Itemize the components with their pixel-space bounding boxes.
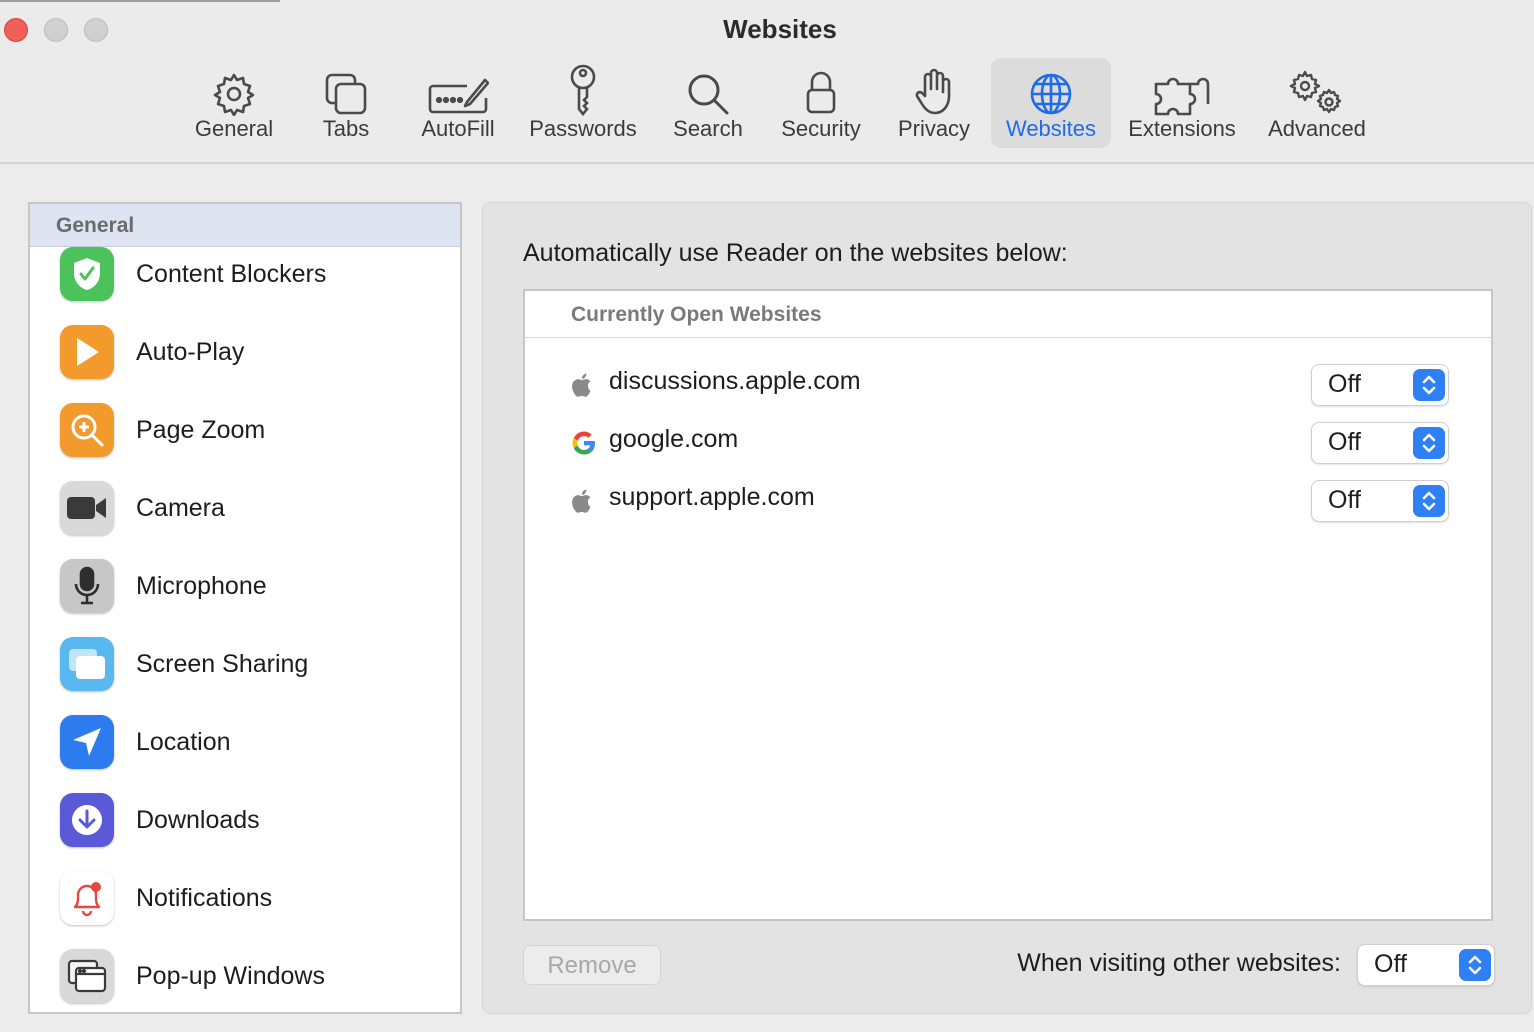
toolbar: Websites General Tabs AutoFill Passwords… (0, 0, 1534, 164)
play-icon (60, 325, 114, 379)
magnifier-icon (686, 58, 730, 116)
updown-chevron-icon (1413, 427, 1445, 459)
tabs-icon (324, 58, 368, 116)
tab-label: Advanced (1268, 116, 1366, 141)
pencil-field-icon (427, 58, 489, 116)
tab-label: Tabs (322, 116, 370, 141)
sidebar-item-page-zoom[interactable]: Page Zoom (60, 400, 265, 460)
location-arrow-icon (60, 715, 114, 769)
sidebar-item-label: Page Zoom (136, 415, 266, 444)
updown-chevron-icon (1413, 369, 1445, 401)
sidebar-item-content-blockers[interactable]: Content Blockers (60, 244, 326, 304)
updown-chevron-icon (1459, 949, 1491, 981)
top-edge (0, 0, 280, 2)
tab-label: Search (673, 116, 743, 141)
google-icon (571, 430, 597, 456)
sidebar-item-label: Camera (136, 493, 225, 522)
sidebar-item-camera[interactable]: Camera (60, 478, 225, 538)
screens-icon (60, 637, 114, 691)
settings-panel: Automatically use Reader on the websites… (482, 202, 1532, 1014)
hand-icon (915, 58, 953, 116)
tab-extensions[interactable]: Extensions (1122, 58, 1242, 148)
tab-label: Passwords (529, 116, 637, 141)
puzzle-icon (1152, 58, 1212, 116)
select-value: Off (1328, 486, 1361, 514)
sidebar-item-label: Auto-Play (136, 337, 245, 366)
shield-check-icon (60, 247, 114, 301)
site-name: google.com (609, 425, 739, 453)
select-value: Off (1374, 950, 1407, 978)
tab-advanced[interactable]: Advanced (1262, 58, 1372, 148)
tab-label: General (194, 116, 274, 141)
sidebar-item-downloads[interactable]: Downloads (60, 790, 260, 850)
sidebar-header: General (30, 204, 460, 247)
sidebar-item-auto-play[interactable]: Auto-Play (60, 322, 244, 382)
remove-button[interactable]: Remove (523, 945, 661, 985)
camera-icon (60, 481, 114, 535)
site-reader-select[interactable]: Off (1311, 422, 1449, 464)
zoom-icon (60, 403, 114, 457)
microphone-icon (60, 559, 114, 613)
tab-security[interactable]: Security (773, 58, 869, 148)
apple-icon (571, 372, 597, 398)
site-name: support.apple.com (609, 483, 815, 511)
tab-label: AutoFill (421, 116, 495, 141)
tab-tabs[interactable]: Tabs (305, 58, 387, 148)
tab-search[interactable]: Search (665, 58, 751, 148)
sidebar-item-label: Location (136, 727, 231, 756)
popup-windows-icon (60, 949, 114, 1003)
tab-privacy[interactable]: Privacy (890, 58, 978, 148)
select-value: Off (1328, 428, 1361, 456)
updown-chevron-icon (1413, 485, 1445, 517)
lock-icon (804, 58, 838, 116)
select-value: Off (1328, 370, 1361, 398)
tab-label: Websites (1005, 116, 1097, 141)
sidebar-item-pop-up-windows[interactable]: Pop-up Windows (60, 946, 325, 1006)
websites-list[interactable]: Currently Open Websites discussions.appl… (523, 289, 1493, 921)
window-title: Websites (723, 14, 837, 44)
sidebar-item-label: Pop-up Windows (136, 961, 325, 990)
apple-icon (571, 488, 597, 514)
gear-icon (212, 58, 256, 116)
panel-description: Automatically use Reader on the websites… (523, 239, 1068, 267)
gears-icon (1289, 58, 1345, 116)
site-reader-select[interactable]: Off (1311, 364, 1449, 406)
sidebar-item-label: Screen Sharing (136, 649, 309, 678)
sidebar-item-location[interactable]: Location (60, 712, 231, 772)
tab-passwords[interactable]: Passwords (522, 58, 644, 148)
sidebar-item-label: Content Blockers (136, 259, 327, 288)
sidebar-item-label: Notifications (136, 883, 273, 912)
site-reader-select[interactable]: Off (1311, 480, 1449, 522)
site-name: discussions.apple.com (609, 367, 861, 395)
tab-autofill[interactable]: AutoFill (412, 58, 504, 148)
sidebar-item-notifications[interactable]: Notifications (60, 868, 272, 928)
key-icon (566, 58, 600, 116)
download-icon (60, 793, 114, 847)
sidebar-item-screen-sharing[interactable]: Screen Sharing (60, 634, 308, 694)
sidebar: General Content Blockers Auto-Play Page … (28, 202, 462, 1014)
sidebar-item-microphone[interactable]: Microphone (60, 556, 267, 616)
globe-icon (1029, 58, 1073, 116)
tab-general[interactable]: General (188, 58, 280, 148)
sidebar-item-label: Microphone (136, 571, 267, 600)
tab-label: Extensions (1128, 116, 1236, 141)
bell-icon (60, 871, 114, 925)
tab-websites[interactable]: Websites (991, 58, 1111, 148)
tab-label: Security (781, 116, 861, 141)
sidebar-item-label: Downloads (136, 805, 260, 834)
list-header: Currently Open Websites (525, 291, 1491, 338)
tab-label: Privacy (897, 116, 971, 141)
other-websites-select[interactable]: Off (1357, 944, 1495, 986)
other-websites-label: When visiting other websites: (1017, 949, 1341, 977)
